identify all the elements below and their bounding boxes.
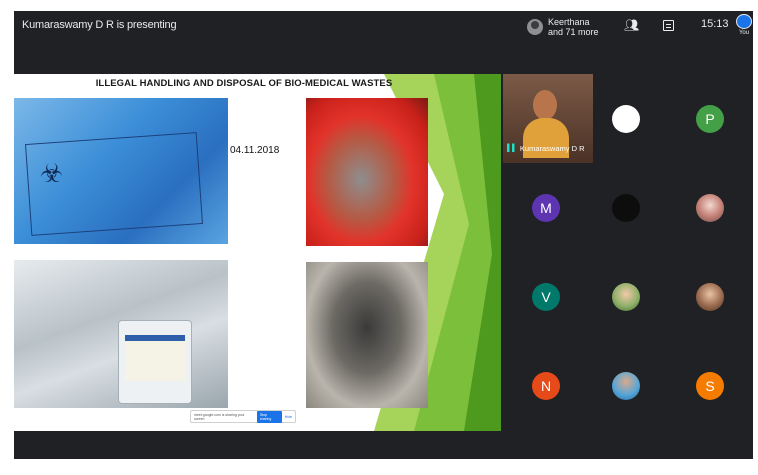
mixed-waste-bag-photo [306, 262, 428, 408]
avatar-initial: N [540, 378, 552, 394]
presenting-banner: Kumaraswamy D R is presenting [22, 19, 177, 31]
participant-photo-avatar[interactable] [696, 194, 724, 222]
meet-window: Kumaraswamy D R is presenting Keerthana … [14, 11, 753, 459]
top-bar: Kumaraswamy D R is presenting Keerthana … [14, 11, 753, 49]
share-status-text: meet.google.com is sharing your screen [194, 412, 245, 421]
plastic-containers-photo [14, 260, 228, 408]
biohazard-icon: ☣ [40, 158, 64, 188]
screen-share-bar: meet.google.com is sharing your screen S… [190, 410, 296, 423]
slide-title: ILLEGAL HANDLING AND DISPOSAL OF BIO-MED… [95, 78, 393, 89]
participant-tile-speaker[interactable]: ▌▌ Kumaraswamy D R [503, 74, 593, 163]
viewers-name: Keerthana [548, 17, 590, 27]
chat-icon[interactable] [663, 20, 674, 31]
participant-avatar-black[interactable] [612, 194, 640, 222]
avatar-initial: V [541, 289, 551, 305]
speaker-video [533, 90, 557, 120]
red-waste-bag-photo [306, 98, 428, 246]
speaker-name: Kumaraswamy D R [519, 144, 585, 153]
mic-active-icon: ▌▌ [507, 145, 517, 152]
participant-photo-avatar[interactable] [612, 372, 640, 400]
jar-label [125, 335, 185, 381]
participant-avatar-p[interactable]: P [696, 105, 724, 133]
hide-share-bar-button[interactable]: Hide [285, 415, 292, 419]
clock-time: 15:13 [701, 18, 729, 30]
avatar-initial: S [705, 378, 715, 394]
participant-photo-avatar[interactable] [696, 283, 724, 311]
shared-slide: ILLEGAL HANDLING AND DISPOSAL OF BIO-MED… [14, 74, 501, 431]
participant-avatar-m[interactable]: M [532, 194, 560, 222]
specimen-jar [118, 320, 192, 404]
blue-waste-bag-photo: ☣ [14, 98, 228, 244]
speaker-name-tag: ▌▌ Kumaraswamy D R [507, 144, 585, 153]
viewers-indicator[interactable]: Keerthana and 71 more [527, 14, 607, 40]
participant-photo-avatar[interactable] [612, 283, 640, 311]
people-icon[interactable]: 👥︎ [624, 18, 639, 32]
self-avatar[interactable]: You [735, 14, 753, 36]
avatar-initial: M [540, 200, 552, 216]
participant-avatar-n[interactable]: N [532, 372, 560, 400]
viewers-more: and 71 more [548, 27, 599, 37]
avatar-initial: P [705, 111, 715, 127]
slide-date: 04.11.2018 [230, 145, 280, 156]
viewer-avatar-icon [527, 19, 543, 35]
participant-avatar-white[interactable] [612, 105, 640, 133]
participant-avatar-v[interactable]: V [532, 283, 560, 311]
participant-grid: ▌▌ Kumaraswamy D R P M V N S [501, 74, 753, 431]
participant-avatar-s[interactable]: S [696, 372, 724, 400]
stop-sharing-button[interactable]: Stop sharing [256, 410, 282, 423]
self-label: You [738, 30, 750, 36]
self-avatar-icon [736, 14, 752, 29]
